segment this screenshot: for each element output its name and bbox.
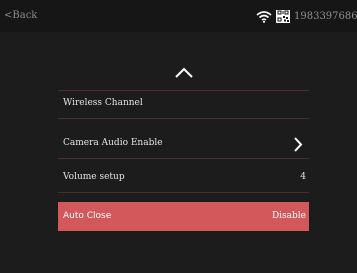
menu-item-value: 4	[300, 172, 306, 182]
menu-item-label: Camera Audio Enable	[63, 138, 163, 148]
wifi-icon	[256, 10, 272, 24]
top-bar: <Back 1983397686	[0, 0, 357, 32]
menu-item-wireless-channel[interactable]: Wireless Channel	[58, 91, 309, 119]
qr-code-icon	[276, 10, 290, 24]
menu-item-value: Disable	[271, 211, 306, 221]
menu-item-auto-close[interactable]: Auto Close Disable	[58, 202, 309, 231]
scroll-up-chevron-icon[interactable]	[173, 65, 195, 79]
menu-item-label: Volume setup	[63, 172, 125, 182]
settings-screen: <Back 1983397686 Wireless Channel Camera…	[0, 0, 357, 273]
back-label: Back	[12, 10, 38, 21]
chevron-right-icon	[293, 136, 303, 153]
status-area: 1983397686	[256, 10, 357, 24]
back-button[interactable]: <Back	[4, 10, 37, 22]
menu-item-label: Wireless Channel	[63, 98, 143, 108]
device-id: 1983397686	[294, 11, 357, 22]
menu-item-volume-setup[interactable]: Volume setup 4	[58, 165, 309, 193]
menu-item-camera-audio-enable[interactable]: Camera Audio Enable	[58, 131, 309, 159]
menu-item-label: Auto Close	[63, 211, 112, 221]
